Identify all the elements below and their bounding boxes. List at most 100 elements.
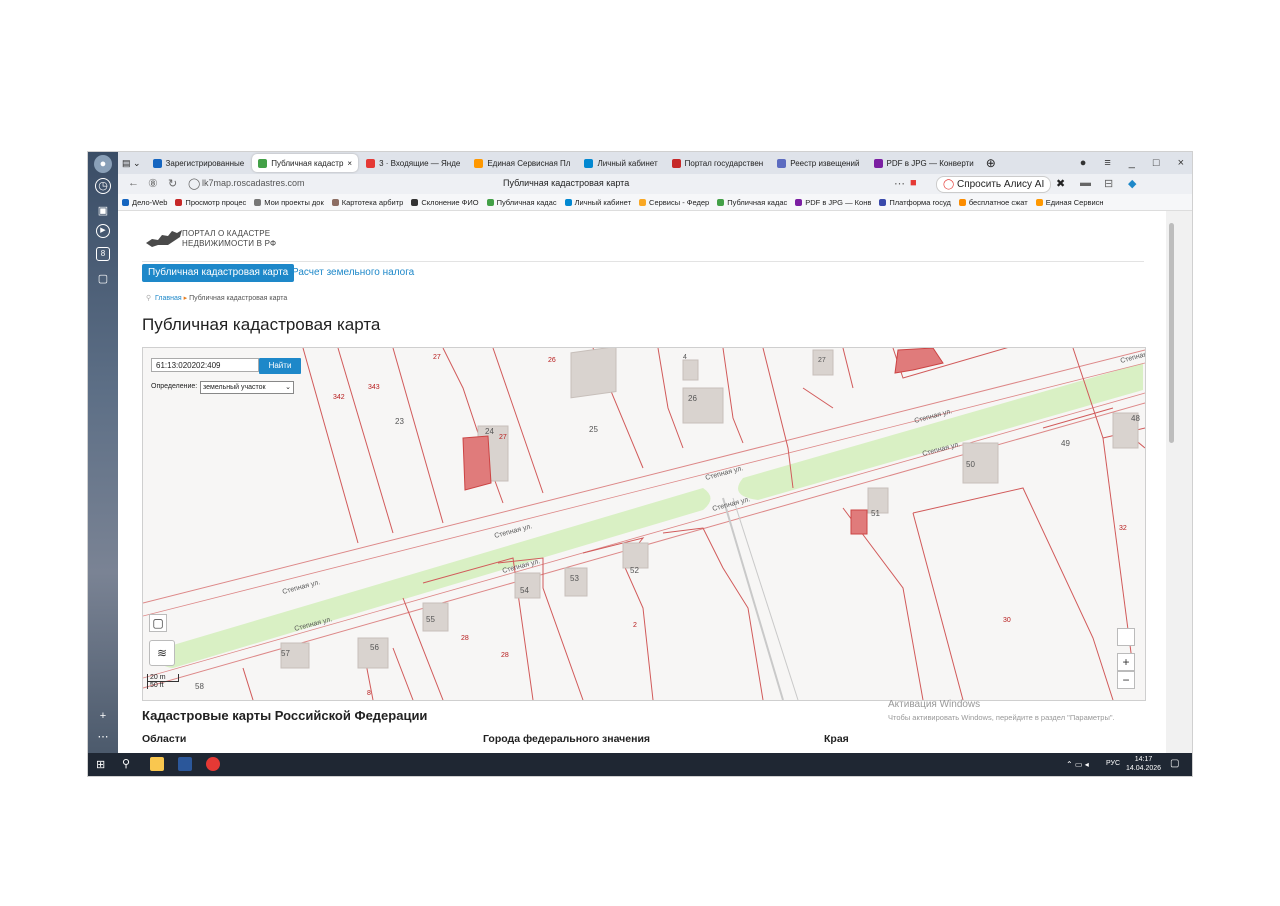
- profile-icon[interactable]: ●: [1080, 157, 1087, 169]
- definition-select[interactable]: земельный участок ⌄: [200, 381, 294, 394]
- minimize-icon[interactable]: _: [1129, 157, 1135, 169]
- extensions-icon[interactable]: ✖: [1056, 177, 1065, 190]
- plot-label: 2: [633, 622, 637, 629]
- file-explorer-icon[interactable]: [150, 757, 164, 771]
- notification-icon[interactable]: ◆: [1128, 177, 1136, 190]
- add-panel-icon[interactable]: +: [94, 707, 112, 725]
- menu-icon[interactable]: ≡: [1104, 157, 1110, 169]
- zoom-in-button[interactable]: +: [1117, 653, 1135, 671]
- tab-favicon: [671, 158, 681, 168]
- bookmark-8[interactable]: Публичная кадас: [717, 198, 787, 207]
- column-regions[interactable]: Области: [142, 733, 186, 745]
- plot-label: 50: [966, 460, 975, 469]
- close-tab-icon[interactable]: ×: [347, 159, 352, 168]
- clock[interactable]: 14:17 14.04.2026: [1126, 755, 1161, 773]
- close-window-icon[interactable]: ×: [1178, 157, 1184, 169]
- profile-avatar-icon[interactable]: ●: [94, 155, 112, 173]
- plot-label: 52: [630, 566, 639, 575]
- bookmark-icon[interactable]: ■: [910, 177, 917, 189]
- start-icon[interactable]: ⊞: [96, 758, 105, 771]
- bookmark-favicon: [795, 198, 803, 206]
- tab-favicon: [777, 158, 787, 168]
- cadastral-number-input[interactable]: 61:13:020202:409: [151, 358, 259, 372]
- find-button[interactable]: Найти: [259, 358, 301, 374]
- bookmark-10[interactable]: Платформа госуд: [879, 198, 951, 207]
- search-icon[interactable]: ⚲: [122, 757, 130, 770]
- scrollbar-thumb[interactable]: [1169, 223, 1174, 443]
- tab-7[interactable]: PDF в JPG — Конверти: [868, 154, 980, 172]
- language-indicator[interactable]: РУС: [1106, 760, 1120, 767]
- bookmark-1[interactable]: Просмотр процес: [175, 198, 246, 207]
- bookmark-0[interactable]: Дело-Web: [122, 198, 167, 207]
- alice-button[interactable]: ◯ Спросить Алису AI: [936, 176, 1052, 193]
- windows-taskbar: ⊞ ⚲ ⌃ ▭ ◂ РУС 14:17 14.04.2026 ▢: [88, 753, 1192, 776]
- bookmark-2[interactable]: Мои проекты док: [254, 198, 324, 207]
- bookmark-favicon: [564, 198, 572, 206]
- games-icon[interactable]: ▢: [94, 270, 112, 288]
- tab-2[interactable]: 3 · Входящие — Янде: [360, 154, 466, 172]
- maximize-icon[interactable]: □: [1153, 157, 1160, 169]
- bookmark-11[interactable]: бесплатное сжат: [958, 198, 1028, 207]
- map-option-button[interactable]: [1117, 628, 1135, 646]
- sidebar-toggle-icon[interactable]: ⊟: [1104, 177, 1113, 190]
- tab-5[interactable]: Портал государствен: [666, 154, 770, 172]
- bookmark-7[interactable]: Сервисы - Федер: [639, 198, 709, 207]
- plot-label: 342: [333, 394, 345, 401]
- tab-1[interactable]: Публичная кадастр ×: [252, 154, 359, 172]
- chevron-down-icon: ⌄: [285, 384, 291, 391]
- new-tab-icon[interactable]: ⊕: [986, 156, 996, 170]
- zoom-out-button[interactable]: −: [1117, 671, 1135, 689]
- breadcrumb-home[interactable]: Главная: [155, 295, 182, 302]
- map-canvas[interactable]: 27 26 4 27 343 342 23 27 24 25 26 50 49 …: [143, 348, 1145, 700]
- reader-icon[interactable]: ⑧: [148, 177, 158, 190]
- page-title-center: Публичная кадастровая карта: [503, 178, 630, 188]
- tab-6[interactable]: Реестр извещений: [771, 154, 865, 172]
- column-federal-cities[interactable]: Города федерального значения: [483, 733, 650, 745]
- nav-cadastral-map[interactable]: Публичная кадастровая карта: [142, 264, 295, 282]
- bookmark-favicon: [254, 198, 262, 206]
- tab-3[interactable]: Единая Сервисная Пл: [468, 154, 576, 172]
- location-pin-icon: ⚲: [146, 295, 152, 302]
- road-line: [143, 392, 1145, 679]
- bookmark-12[interactable]: Единая Сервисн: [1035, 198, 1104, 207]
- tray-icons[interactable]: ⌃ ▭ ◂: [1066, 760, 1089, 769]
- more-icon[interactable]: ⋯: [94, 728, 112, 746]
- tab-list-icon[interactable]: ▤ ⌄: [122, 158, 141, 169]
- play-icon[interactable]: ▶: [96, 224, 110, 238]
- notifications-icon[interactable]: ▢: [1170, 758, 1179, 769]
- history-icon[interactable]: ◷: [95, 178, 111, 194]
- bookmark-9[interactable]: PDF в JPG — Конв: [795, 198, 871, 207]
- plot-label: 28: [461, 635, 469, 642]
- bookmark-favicon: [958, 198, 966, 206]
- url-field[interactable]: lk7map.roscadastres.com: [202, 178, 305, 188]
- more-actions-icon[interactable]: ⋯: [894, 177, 905, 190]
- bookmark-3[interactable]: Картотека арбитр: [331, 198, 403, 207]
- bookmark-favicon: [717, 198, 725, 206]
- nav-land-tax[interactable]: Расчет земельного налога: [292, 264, 414, 282]
- bookmark-5[interactable]: Публичная кадас: [486, 198, 557, 207]
- reload-icon[interactable]: ↻: [168, 177, 177, 190]
- eight-icon[interactable]: 8: [96, 247, 110, 261]
- tab-4[interactable]: Личный кабинет: [578, 154, 663, 172]
- screenshot: ● ◷ ▣ ▶ 8 ▢ + ⋯ ▤ ⌄ Зарегистрированные П…: [88, 152, 1192, 776]
- column-krai[interactable]: Края: [824, 733, 849, 745]
- plot-label: 343: [368, 384, 380, 391]
- plot-label: 23: [395, 417, 404, 426]
- yandex-browser-icon[interactable]: [206, 757, 220, 771]
- collections-icon[interactable]: ▣: [94, 202, 112, 220]
- map-scale: 20 m 50 ft: [147, 674, 179, 689]
- tab-favicon: [366, 158, 376, 168]
- scale-feet: 50 ft: [147, 682, 178, 689]
- downloads-icon[interactable]: ▬: [1080, 177, 1091, 189]
- layers-button[interactable]: ≋: [149, 640, 175, 666]
- bookmark-4[interactable]: Склонение ФИО: [411, 198, 479, 207]
- page-scrollbar[interactable]: [1166, 211, 1192, 753]
- cadastral-map[interactable]: 27 26 4 27 343 342 23 27 24 25 26 50 49 …: [142, 347, 1146, 701]
- back-icon[interactable]: ←: [128, 177, 139, 189]
- bookmark-6[interactable]: Личный кабинет: [564, 198, 631, 207]
- fullscreen-button[interactable]: ▢: [149, 614, 167, 632]
- word-icon[interactable]: [178, 757, 192, 771]
- tab-0[interactable]: Зарегистрированные: [147, 154, 251, 172]
- plot-label: 8: [367, 690, 371, 697]
- plot-label: 32: [1119, 525, 1127, 532]
